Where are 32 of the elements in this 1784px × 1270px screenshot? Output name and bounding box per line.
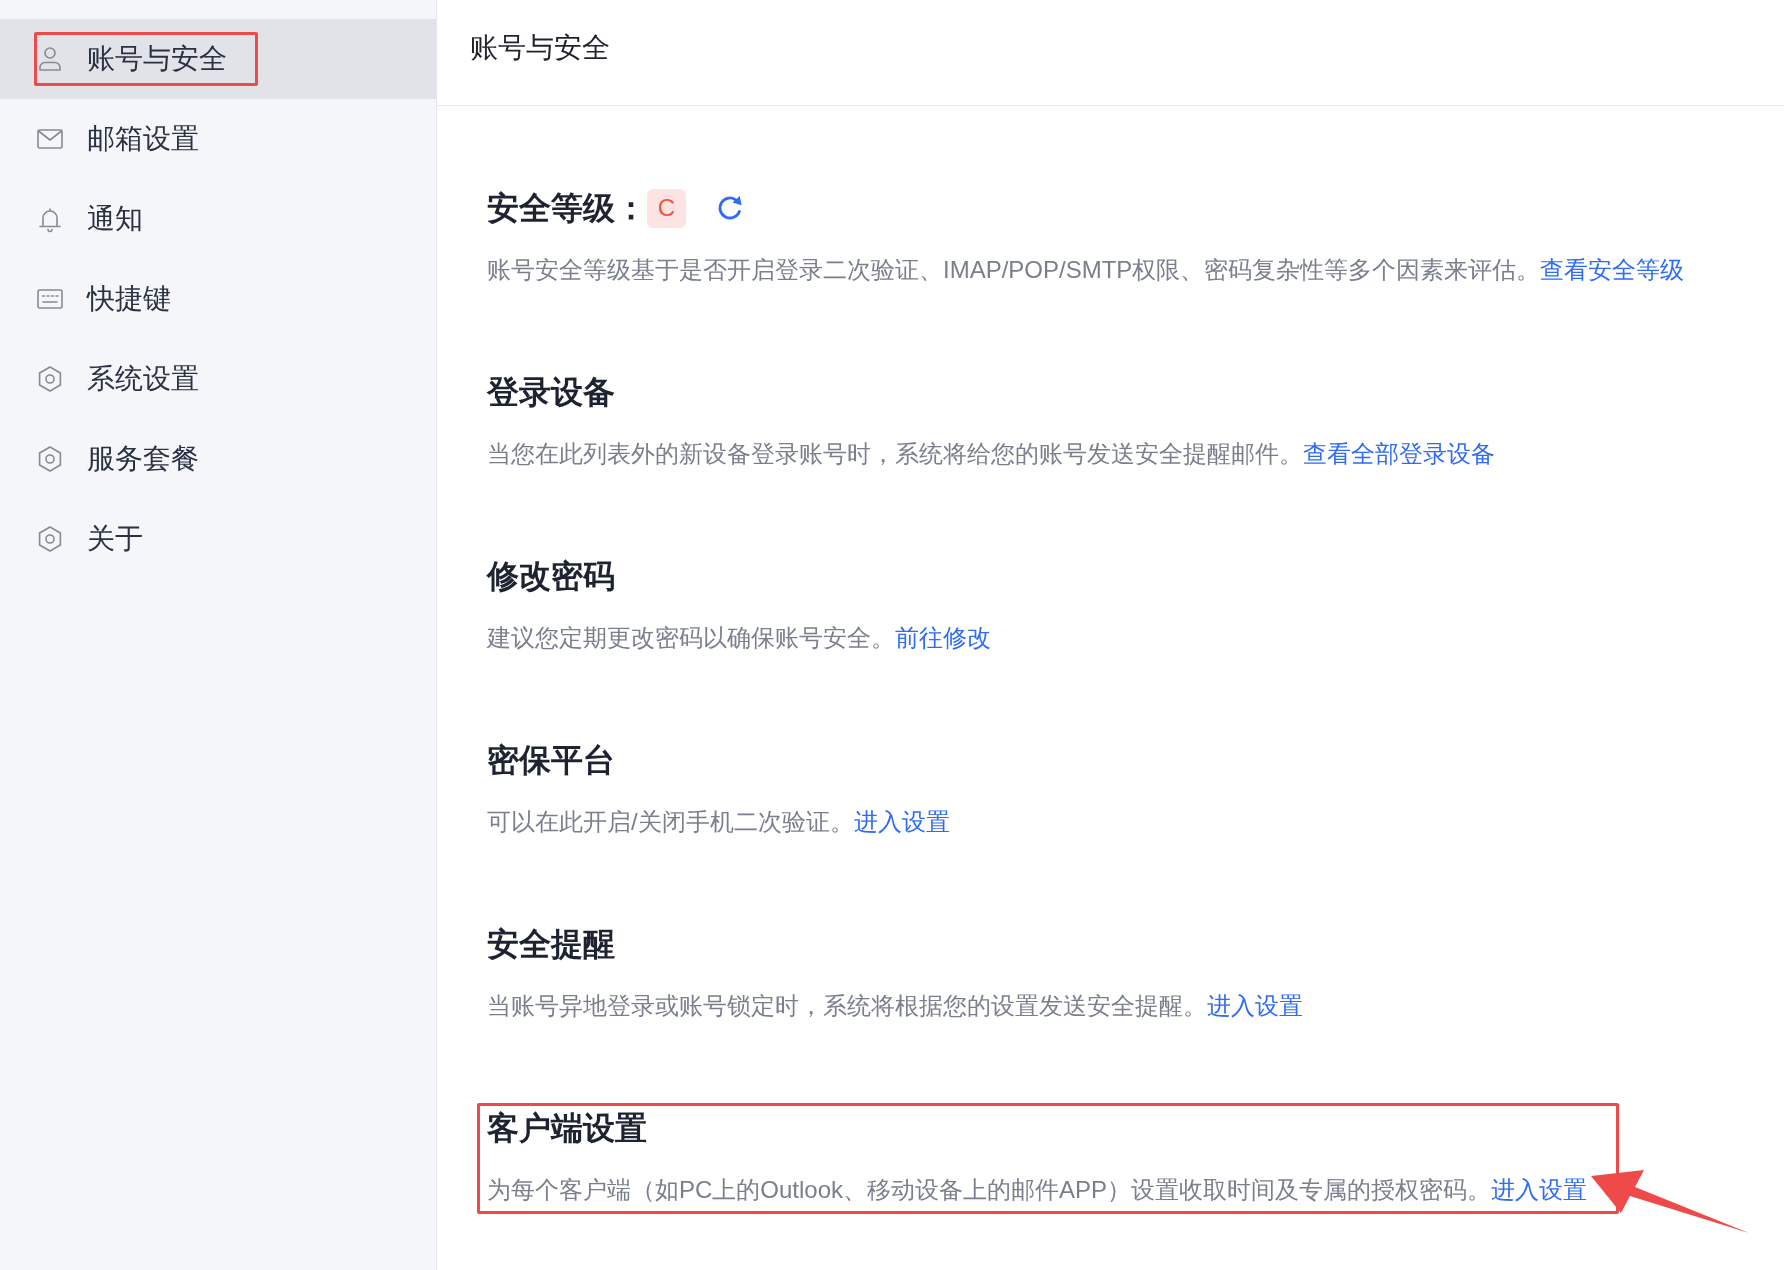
- section-heading: 安全等级：: [487, 189, 647, 228]
- text-link[interactable]: 进入设置: [1491, 1176, 1588, 1203]
- section-heading: 安全提醒: [487, 925, 615, 964]
- section-description: 建议您定期更改密码以确保账号安全。前往修改: [487, 623, 991, 653]
- sidebar-item[interactable]: 邮箱设置: [0, 99, 436, 179]
- section-description: 账号安全等级基于是否开启登录二次验证、IMAP/POP/SMTP权限、密码复杂性等多个因素来评估。查看安全等级: [487, 255, 1685, 285]
- text-link[interactable]: 进入设置: [853, 808, 950, 835]
- page-title: 账号与安全: [470, 31, 611, 65]
- hexagon-icon: [36, 525, 64, 553]
- text-link[interactable]: 查看安全等级: [1540, 256, 1685, 283]
- section-heading: 密保平台: [487, 741, 615, 780]
- sidebar-item[interactable]: 系统设置: [0, 339, 436, 419]
- bell-icon: [36, 205, 64, 233]
- sidebar-item[interactable]: 账号与安全: [0, 19, 436, 99]
- section-heading: 修改密码: [487, 557, 615, 596]
- hexagon-icon: [36, 365, 64, 393]
- sidebar-item[interactable]: 通知: [0, 179, 436, 259]
- section-heading: 登录设备: [487, 373, 615, 412]
- section-description: 当您在此列表外的新设备登录账号时，系统将给您的账号发送安全提醒邮件。查看全部登录设备: [487, 439, 1495, 469]
- text-link[interactable]: 查看全部登录设备: [1303, 440, 1495, 467]
- sidebar-item[interactable]: 关于: [0, 499, 436, 579]
- text-link[interactable]: 前往修改: [895, 624, 991, 651]
- section-heading: 客户端设置: [487, 1109, 647, 1148]
- section-description: 当账号异地登录或账号锁定时，系统将根据您的设置发送安全提醒。进入设置: [487, 991, 1303, 1021]
- sidebar-item[interactable]: 快捷键: [0, 259, 436, 339]
- hexagon-icon: [36, 445, 64, 473]
- grade-badge: C: [647, 188, 686, 228]
- text-link[interactable]: 进入设置: [1207, 992, 1303, 1019]
- person-icon: [36, 45, 64, 73]
- sidebar-item[interactable]: 服务套餐: [0, 419, 436, 499]
- section-description: 为每个客户端（如PC上的Outlook、移动设备上的邮件APP）设置收取时间及专属的授权密码。进入设置: [487, 1175, 1588, 1205]
- section-description: 可以在此开启/关闭手机二次验证。进入设置: [487, 807, 950, 837]
